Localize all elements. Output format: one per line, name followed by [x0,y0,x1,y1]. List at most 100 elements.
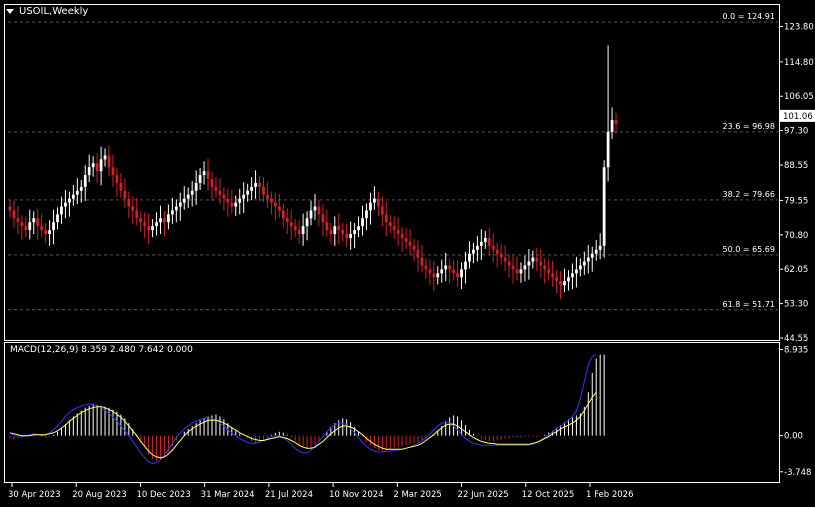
candle-body [369,202,372,211]
candle-body [392,226,396,231]
candle-body [499,253,503,258]
macd-pane-border [4,342,780,483]
candle-body [79,186,83,191]
candle-body [266,194,269,199]
candle-body [305,218,309,227]
candle-body [507,261,511,266]
candle-body [412,245,416,250]
price-series [8,45,618,300]
price-tick-label: 88.55 [784,161,808,171]
candle-body [511,265,515,270]
candle-body [373,198,376,203]
candle-body [151,226,154,231]
candle-body [582,261,586,266]
candle-body [190,190,194,195]
candle-body [139,218,143,223]
candle-body [309,210,313,219]
fib-level-label: 0.0 = 124.91 [722,12,775,21]
candle-body [8,206,12,211]
fib-level-label: 38.2 = 79.66 [722,190,775,199]
candle-body [167,214,170,223]
candle-body [428,269,432,274]
candle-body [313,206,317,211]
candle-body [555,277,558,282]
chevron-down-icon[interactable] [6,9,14,14]
time-tick-label: 10 Nov 2024 [329,490,383,500]
candle-body [523,265,527,270]
candle-body [262,186,265,195]
candle-body [71,194,75,199]
candle-body [487,237,491,246]
candle-body [159,218,162,223]
candle-body [68,198,71,203]
candle-body [44,230,48,235]
candle-body [107,155,111,168]
macd-tick-label: -3.748 [784,468,811,478]
time-tick-label: 21 Jul 2024 [265,490,313,500]
macd-tick-label: 0.00 [784,432,803,442]
candle-body [131,206,135,211]
candle-body [325,222,329,231]
price-tick-label: 79.55 [784,196,808,206]
price-tick-label: 62.05 [784,265,808,275]
candle-body [147,226,151,231]
candle-body [535,257,539,262]
candle-body [598,245,602,250]
time-tick-label: 2 Mar 2025 [393,490,441,500]
candle-body [210,178,214,187]
candle-body [317,206,321,215]
candle-body [40,226,44,231]
candle-body [460,269,463,278]
macd-series [9,354,605,465]
candle-body [444,265,448,270]
candle-body [388,222,392,227]
fib-level-label: 61.8 = 51.71 [722,300,775,309]
candle-body [234,202,238,207]
candle-body [289,222,293,227]
candle-body [396,230,400,235]
time-tick-label: 20 Aug 2023 [72,490,126,500]
candle-body [186,194,190,199]
candle-body [270,198,273,203]
signal-line [9,391,597,459]
candle-body [531,257,535,262]
candle-body [432,273,436,278]
candle-body [380,206,384,215]
candle-body [155,222,158,227]
candle-body [103,155,107,160]
candle-body [472,249,475,254]
chart-title[interactable]: USOIL,Weekly [6,6,88,17]
candle-body [567,277,570,282]
candle-body [590,253,594,258]
time-tick-label: 31 Mar 2024 [201,490,255,500]
price-tick-label: 44.55 [784,334,808,344]
candle-body [551,273,555,278]
candle-body [400,234,404,238]
candle-body [349,234,353,238]
candle-body [365,210,368,219]
candle-body [563,281,566,286]
candle-body [75,190,79,195]
candle-body [258,182,261,187]
candle-body [539,261,543,266]
candle-body [503,257,507,262]
candle-body [341,230,345,235]
chart-canvas: 0.0 = 124.91 23.6 = 96.98 38.2 = 79.66 50.0… [4,4,815,500]
candle-body [285,218,289,223]
candle-body [95,163,99,172]
candle-body [614,120,618,124]
candle-body [293,226,297,231]
time-tick-label: 30 Apr 2023 [8,490,61,500]
candle-body [115,175,119,183]
candle-body [206,171,210,179]
candle-body [214,186,218,191]
candle-body [254,182,257,187]
candle-body [578,265,582,270]
candle-body [281,210,285,219]
candle-body [60,206,63,215]
candle-body [495,249,499,254]
candle-body [222,194,226,199]
candle-body [479,241,483,246]
candle-body [448,265,452,270]
candle-body [436,273,440,278]
